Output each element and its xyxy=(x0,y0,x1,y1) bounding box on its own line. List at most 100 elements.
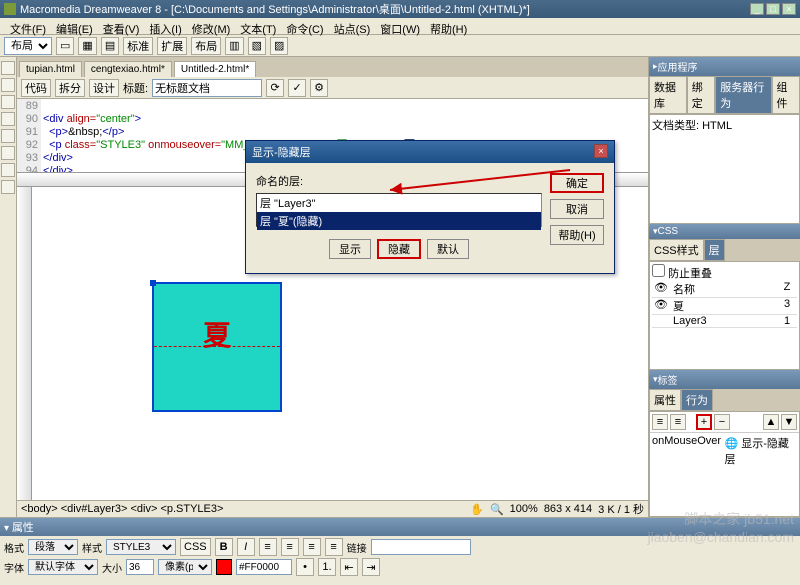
align-justify-icon[interactable]: ≡ xyxy=(325,538,343,556)
tagtab-attrs[interactable]: 属性 xyxy=(649,389,681,411)
cancel-button[interactable]: 取消 xyxy=(550,199,604,219)
color-swatch[interactable] xyxy=(216,559,232,575)
title-input[interactable] xyxy=(152,79,262,97)
behav-btn[interactable]: ≡ xyxy=(652,414,668,430)
view-split[interactable]: 拆分 xyxy=(55,79,85,97)
tagtab-behaviors[interactable]: 行为 xyxy=(681,389,713,411)
unit-select[interactable]: 像素(px) xyxy=(158,559,212,575)
layer-row[interactable]: 👁夏3 xyxy=(652,298,797,315)
tool-icon[interactable]: ▧ xyxy=(248,37,266,55)
menu-edit[interactable]: 编辑(E) xyxy=(52,20,97,32)
remove-behavior-button[interactable]: − xyxy=(714,414,730,430)
csstab-layers[interactable]: 层 xyxy=(704,239,725,261)
dialog-titlebar[interactable]: 显示-隐藏层 × xyxy=(246,141,614,163)
tool-icon[interactable]: ▦ xyxy=(78,37,96,55)
codetool-icon[interactable] xyxy=(1,61,15,75)
codetool-icon[interactable] xyxy=(1,146,15,160)
behav-down-button[interactable]: ▼ xyxy=(781,414,797,430)
menu-modify[interactable]: 修改(M) xyxy=(188,20,235,32)
doctool-icon[interactable]: ⟳ xyxy=(266,79,284,97)
tab-tupian[interactable]: tupian.html xyxy=(19,61,82,77)
layers-listbox[interactable]: 层 "Layer3" 层 "夏"(隐藏) xyxy=(256,193,542,227)
list-item[interactable]: 层 "Layer3" xyxy=(257,194,541,212)
layers-panel: 防止重叠 👁名称Z 👁夏3 Layer31 xyxy=(649,261,800,371)
doctool-icon[interactable]: ⚙ xyxy=(310,79,328,97)
apptab-serverbehav[interactable]: 服务器行为 xyxy=(715,76,771,114)
apptab-database[interactable]: 数据库 xyxy=(649,76,687,114)
mode-standard[interactable]: 标准 xyxy=(123,37,153,55)
minimize-button[interactable]: _ xyxy=(750,3,764,15)
dialog-close-button[interactable]: × xyxy=(594,144,608,158)
csstab-styles[interactable]: CSS样式 xyxy=(649,239,704,261)
prevent-overlap-checkbox[interactable]: 防止重叠 xyxy=(652,268,712,280)
layer-xia[interactable]: 夏 xyxy=(152,282,282,412)
menu-commands[interactable]: 命令(C) xyxy=(282,20,327,32)
panel-tags-title[interactable]: 标签 xyxy=(649,370,800,389)
mode-expanded[interactable]: 扩展 xyxy=(157,37,187,55)
css-button[interactable]: CSS xyxy=(180,538,211,556)
panel-css-title[interactable]: CSS xyxy=(649,224,800,239)
window-size[interactable]: 863 x 414 xyxy=(544,503,592,515)
hand-tool-icon[interactable]: ✋ xyxy=(470,503,484,516)
hide-button[interactable]: 隐藏 xyxy=(377,239,421,259)
tool-icon[interactable]: ▭ xyxy=(56,37,74,55)
indent-icon[interactable]: ⇥ xyxy=(362,558,380,576)
link-input[interactable] xyxy=(371,539,471,555)
tag-selector[interactable]: <body> <div#Layer3> <div> <p.STYLE3> xyxy=(21,503,223,515)
view-code[interactable]: 代码 xyxy=(21,79,51,97)
menu-help[interactable]: 帮助(H) xyxy=(426,20,471,32)
codetool-icon[interactable] xyxy=(1,163,15,177)
align-left-icon[interactable]: ≡ xyxy=(259,538,277,556)
menu-insert[interactable]: 插入(I) xyxy=(145,20,185,32)
align-center-icon[interactable]: ≡ xyxy=(281,538,299,556)
tab-cengtexiao[interactable]: cengtexiao.html* xyxy=(84,61,172,77)
list-ul-icon[interactable]: • xyxy=(296,558,314,576)
tool-icon[interactable]: ▥ xyxy=(225,37,243,55)
font-select[interactable]: 默认字体 xyxy=(28,559,98,575)
italic-button[interactable]: I xyxy=(237,538,255,556)
bold-button[interactable]: B xyxy=(215,538,233,556)
codetool-icon[interactable] xyxy=(1,112,15,126)
color-input[interactable] xyxy=(236,559,292,575)
add-behavior-button[interactable]: + xyxy=(696,414,712,430)
layer-row[interactable]: Layer31 xyxy=(652,315,797,328)
list-ol-icon[interactable]: 1. xyxy=(318,558,336,576)
ok-button[interactable]: 确定 xyxy=(550,173,604,193)
panel-application-title[interactable]: 应用程序 xyxy=(649,57,800,76)
zoom-tool-icon[interactable]: 🔍 xyxy=(490,503,504,516)
menu-site[interactable]: 站点(S) xyxy=(330,20,375,32)
apptab-bindings[interactable]: 绑定 xyxy=(687,76,716,114)
maximize-button[interactable]: □ xyxy=(766,3,780,15)
menu-window[interactable]: 窗口(W) xyxy=(376,20,424,32)
close-button[interactable]: × xyxy=(782,3,796,15)
apptab-components[interactable]: 组件 xyxy=(772,76,800,114)
codetool-icon[interactable] xyxy=(1,180,15,194)
tool-icon[interactable]: ▨ xyxy=(270,37,288,55)
help-button[interactable]: 帮助(H) xyxy=(550,225,604,245)
behavior-row[interactable]: onMouseOver 🌐 显示-隐藏层 xyxy=(650,433,799,469)
align-right-icon[interactable]: ≡ xyxy=(303,538,321,556)
mode-layout[interactable]: 布局 xyxy=(191,37,221,55)
codetool-icon[interactable] xyxy=(1,129,15,143)
tool-icon[interactable]: ▤ xyxy=(101,37,119,55)
behav-btn[interactable]: ≡ xyxy=(670,414,686,430)
doctool-icon[interactable]: ✓ xyxy=(288,79,306,97)
panel-dock: 应用程序 数据库 绑定 服务器行为 组件 文档类型: HTML CSS CSS样… xyxy=(648,57,800,517)
behav-up-button[interactable]: ▲ xyxy=(763,414,779,430)
codetool-icon[interactable] xyxy=(1,95,15,109)
menu-file[interactable]: 文件(F) xyxy=(6,20,50,32)
codetool-icon[interactable] xyxy=(1,78,15,92)
default-button[interactable]: 默认 xyxy=(427,239,469,259)
menu-view[interactable]: 查看(V) xyxy=(99,20,144,32)
format-select[interactable]: 段落 xyxy=(28,539,78,555)
size-input[interactable] xyxy=(126,559,154,575)
tab-untitled2[interactable]: Untitled-2.html* xyxy=(174,61,256,77)
zoom-level[interactable]: 100% xyxy=(510,503,538,515)
insert-category-select[interactable]: 布局 xyxy=(4,37,52,55)
style-select[interactable]: STYLE3 xyxy=(106,539,176,555)
show-button[interactable]: 显示 xyxy=(329,239,371,259)
outdent-icon[interactable]: ⇤ xyxy=(340,558,358,576)
menu-text[interactable]: 文本(T) xyxy=(236,20,280,32)
view-design[interactable]: 设计 xyxy=(89,79,119,97)
list-item[interactable]: 层 "夏"(隐藏) xyxy=(257,212,541,230)
